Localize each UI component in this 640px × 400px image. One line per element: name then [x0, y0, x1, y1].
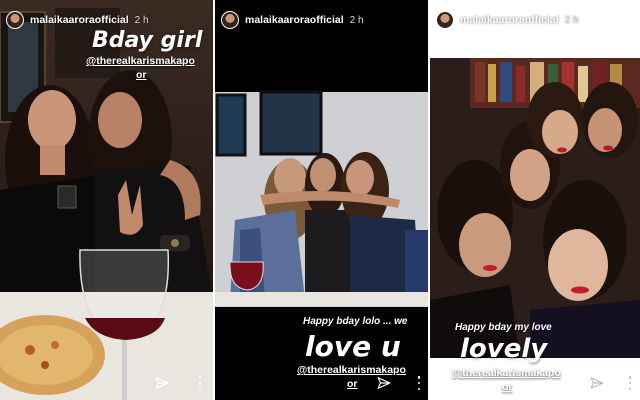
more-options-icon[interactable] [417, 376, 421, 390]
send-icon[interactable] [377, 376, 391, 390]
mention-tag[interactable]: @therealkarismakapo or [86, 54, 206, 82]
time-ago: 2 h [134, 14, 149, 26]
mention-tag[interactable]: @therealkarismakapo or [452, 366, 572, 394]
mention-line: or [347, 378, 358, 390]
story-panel-2[interactable]: malaikaaroraofficial 2 h Happy bday lolo… [215, 0, 428, 400]
username[interactable]: malaikaaroraofficial [460, 14, 559, 26]
story-sticker-text: Bday girl [92, 28, 203, 53]
username[interactable]: malaikaaroraofficial [30, 14, 129, 26]
mention-line: @therealkarismakapo [452, 367, 561, 379]
more-options-icon[interactable] [198, 376, 202, 390]
mention-line: @therealkarismakapo [86, 55, 195, 67]
mention-tag[interactable]: @therealkarismakapo or [297, 363, 417, 391]
story-sticker-text: lovely [460, 334, 548, 364]
story-caption: Happy bday my love [455, 322, 552, 333]
more-options-icon[interactable] [628, 376, 632, 390]
time-ago: 2 h [349, 14, 364, 26]
avatar[interactable] [221, 11, 239, 29]
mention-line: @therealkarismakapo [297, 364, 406, 376]
story-panel-1[interactable]: malaikaaroraofficial 2 h Bday girl @ther… [0, 0, 213, 400]
story-header: malaikaaroraofficial 2 h [6, 10, 207, 30]
story-header: malaikaaroraofficial 2 h [221, 10, 422, 30]
send-icon[interactable] [155, 376, 169, 390]
send-icon[interactable] [590, 376, 604, 390]
story-caption: Happy bday lolo ... we [303, 316, 408, 327]
avatar[interactable] [436, 11, 454, 29]
mention-line: or [502, 381, 513, 393]
story-panel-3[interactable]: malaikaaroraofficial 2 h Happy bday my l… [430, 0, 640, 400]
story-header: malaikaaroraofficial 2 h [436, 10, 634, 30]
avatar[interactable] [6, 11, 24, 29]
mention-line: or [136, 69, 147, 81]
username[interactable]: malaikaaroraofficial [245, 14, 344, 26]
time-ago: 2 h [564, 14, 579, 26]
story-sticker-text: love u [305, 330, 401, 363]
